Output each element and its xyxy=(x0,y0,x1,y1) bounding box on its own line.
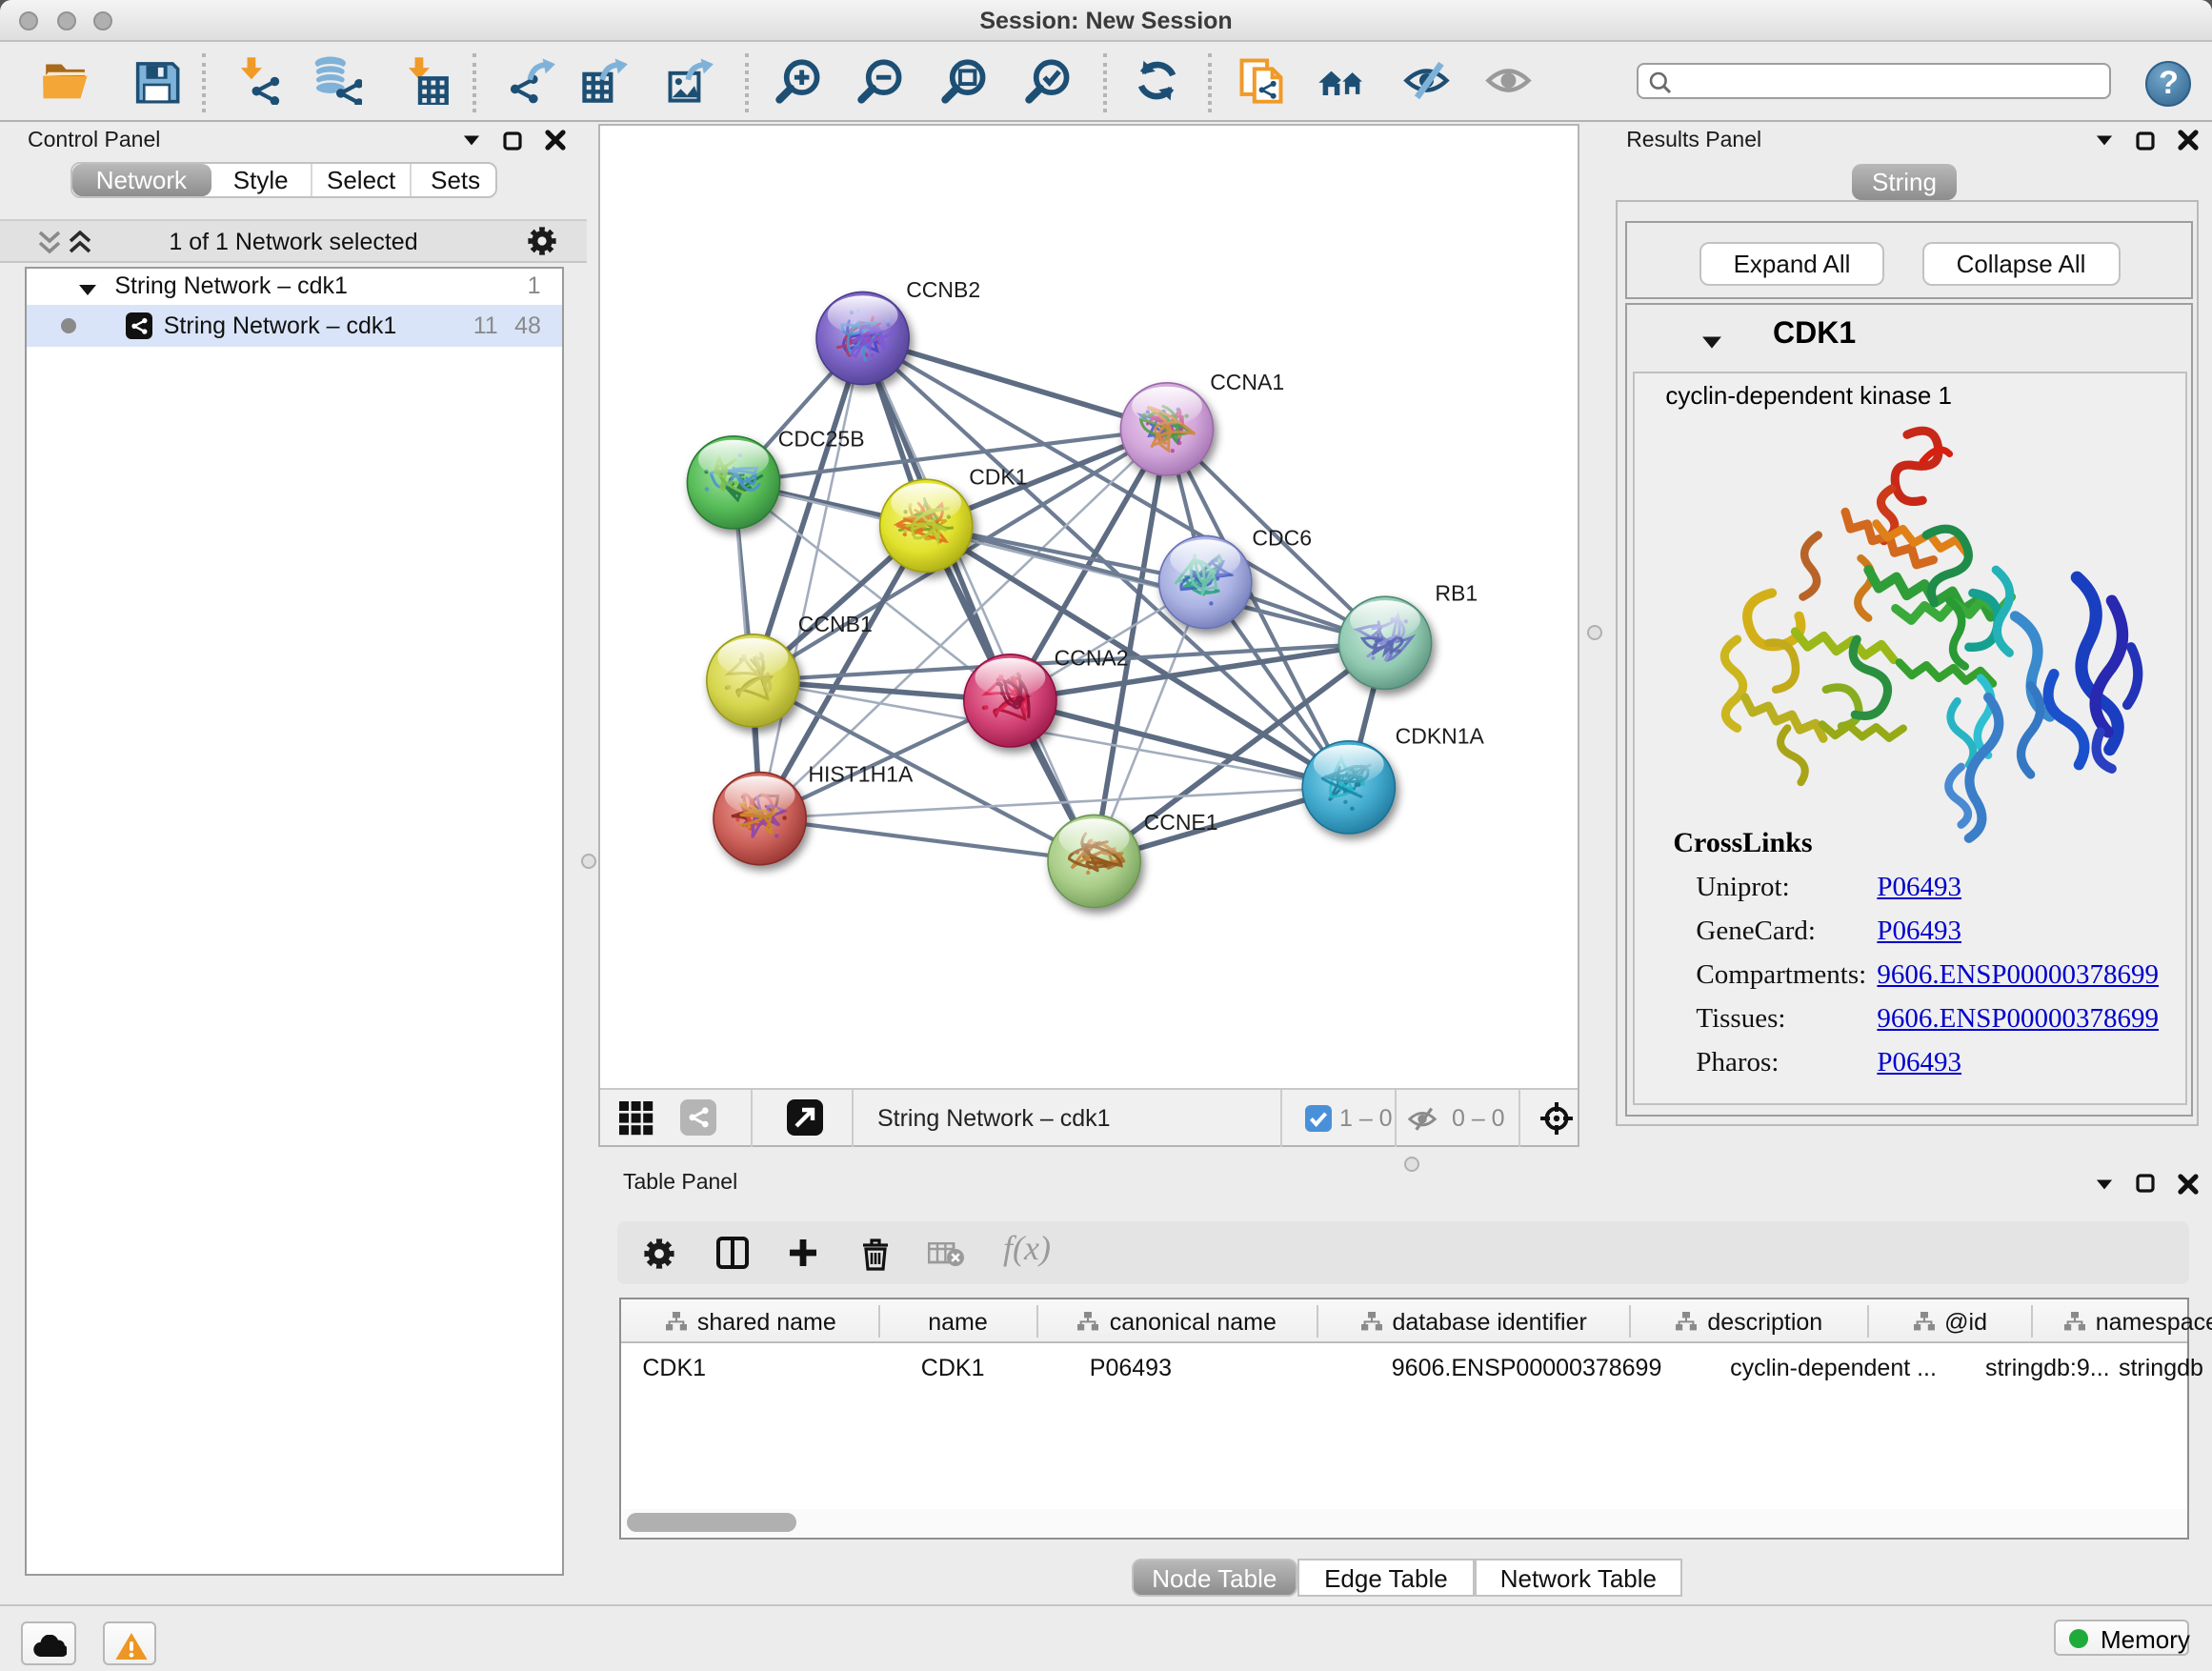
svg-text:CCNB1: CCNB1 xyxy=(799,611,874,635)
svg-text:RB1: RB1 xyxy=(1436,579,1478,604)
svg-text:CCNA1: CCNA1 xyxy=(1211,369,1285,393)
svg-text:CDK1: CDK1 xyxy=(970,464,1028,489)
svg-text:CCNB2: CCNB2 xyxy=(907,276,981,301)
svg-text:HIST1H1A: HIST1H1A xyxy=(809,760,915,785)
svg-text:CCNA2: CCNA2 xyxy=(1055,645,1129,670)
svg-text:CDKN1A: CDKN1A xyxy=(1396,722,1485,747)
svg-text:CCNE1: CCNE1 xyxy=(1144,809,1218,834)
svg-text:CDC25B: CDC25B xyxy=(779,426,866,451)
svg-text:CDC6: CDC6 xyxy=(1253,525,1313,550)
